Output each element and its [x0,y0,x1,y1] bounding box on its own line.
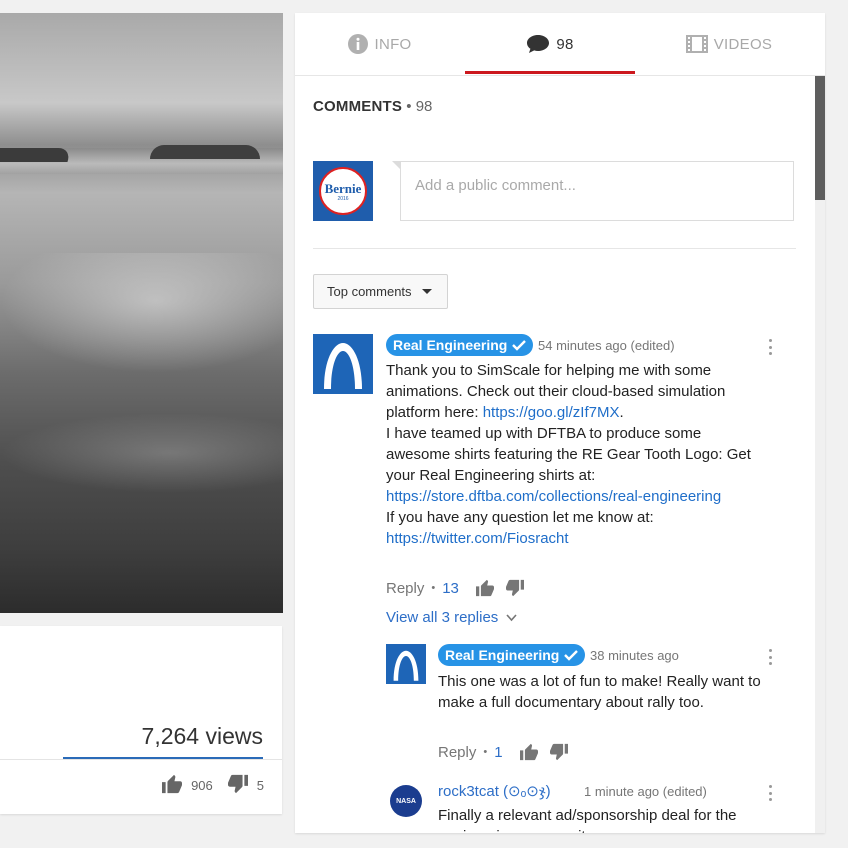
channel-owner-badge[interactable]: Real Engineering [438,644,586,666]
view-count: 7,264 views [141,723,263,749]
info-icon [348,34,369,54]
comments-separator: • [406,98,412,115]
comment-author[interactable]: rock3tcat (⊙ₒ⊙ჯ) [438,782,551,800]
tab-info-label: INFO [374,35,412,53]
comment-timestamp[interactable]: 1 minute ago (edited) [584,784,707,799]
thumbs-up-icon[interactable] [161,774,183,797]
active-tab-indicator [465,71,635,74]
avatar[interactable] [386,644,426,684]
comment-link[interactable]: https://goo.gl/zIf7MX [483,404,620,421]
video-info-card: 7,264 views 906 5 [0,626,282,814]
comment-author: Real Engineering [393,337,508,353]
more-options-icon[interactable] [769,339,773,355]
scrollbar-thumb[interactable] [815,76,825,200]
verified-check-icon [564,649,579,661]
comment-link[interactable]: https://twitter.com/Fiosracht [386,530,569,547]
video-frame-detail [0,413,283,493]
reply-button[interactable]: Reply [438,744,476,761]
verified-check-icon [512,339,527,351]
comment-like-count: 1 [494,743,503,761]
nasa-logo-text: NASA [396,797,416,805]
comments-title: COMMENTS [313,98,403,115]
caret-down-icon [421,289,432,294]
comment-actions: Reply • 1 [438,743,579,761]
more-options-icon[interactable] [769,785,773,801]
video-frame-detail [150,145,260,159]
avatar-logo-text: Bernie [324,181,362,196]
thumbs-down-icon[interactable] [227,774,249,797]
thumbs-up-icon[interactable] [519,743,539,761]
avatar-logo-subtext: 2016 [337,196,349,202]
dislike-count: 5 [256,778,264,793]
comment-text: This one was a lot of fun to make! Reall… [438,673,761,711]
thumbs-down-icon[interactable] [549,743,569,761]
avatar[interactable] [313,334,373,394]
comments-heading: COMMENTS • 98 [313,98,432,115]
thumbs-up-icon[interactable] [475,579,495,597]
comment-actions: Reply • 13 [386,579,535,597]
like-count: 906 [191,778,213,793]
comment-text-segment: . [619,404,624,421]
view-replies-label: View all 3 replies [386,609,499,626]
like-dislike-group: 906 5 [161,774,264,797]
video-player[interactable] [0,13,283,613]
tab-comments-count: 98 [556,35,574,53]
chevron-down-icon [506,613,517,622]
separator-dot: • [483,746,488,758]
video-frame-detail [0,253,283,373]
tab-bar: INFO 98 VIDEOS [295,13,825,76]
tab-videos[interactable]: VIDEOS [635,13,823,75]
comment-author: Real Engineering [445,647,560,663]
divider [0,759,282,760]
tab-info[interactable]: INFO [295,13,465,75]
video-frame-detail [0,148,73,162]
speech-bubble-icon [526,34,550,54]
arch-logo-icon [393,650,419,681]
channel-owner-badge[interactable]: Real Engineering [386,334,534,356]
comment-timestamp[interactable]: 38 minutes ago [590,648,679,663]
comment-text-segment: If you have any question let me know at: [386,509,654,526]
avatar[interactable]: NASA [390,785,422,817]
comments-panel: INFO 98 VIDEOS COMMENTS • 98 Bernie 2016 [295,13,825,833]
avatar[interactable]: Bernie 2016 [313,161,373,221]
arch-logo-icon [324,343,362,389]
divider [313,248,796,249]
comment-timestamp[interactable]: 54 minutes ago (edited) [538,338,675,353]
more-options-icon[interactable] [769,649,773,665]
thumbs-down-icon[interactable] [505,579,525,597]
comment-input-box[interactable] [392,161,794,221]
film-strip-icon [685,35,708,53]
separator-dot: • [431,582,436,594]
comment-text-segment: I have teamed up with DFTBA to produce s… [386,425,751,484]
comment-text: Finally a relevant ad/sponsorship deal f… [438,807,737,833]
comment-text: Thank you to SimScale for helping me wit… [386,360,764,549]
comment-like-count: 13 [442,579,459,597]
comments-count: 98 [415,98,433,115]
reply-button[interactable]: Reply [386,580,424,597]
comment-input[interactable] [413,176,777,195]
sort-label: Top comments [327,284,412,299]
sort-comments-dropdown[interactable]: Top comments [313,274,448,309]
tab-comments[interactable]: 98 [465,13,635,75]
tab-videos-label: VIDEOS [713,35,773,53]
view-replies-button[interactable]: View all 3 replies [386,609,517,626]
comment-link[interactable]: https://store.dftba.com/collections/real… [386,488,721,505]
